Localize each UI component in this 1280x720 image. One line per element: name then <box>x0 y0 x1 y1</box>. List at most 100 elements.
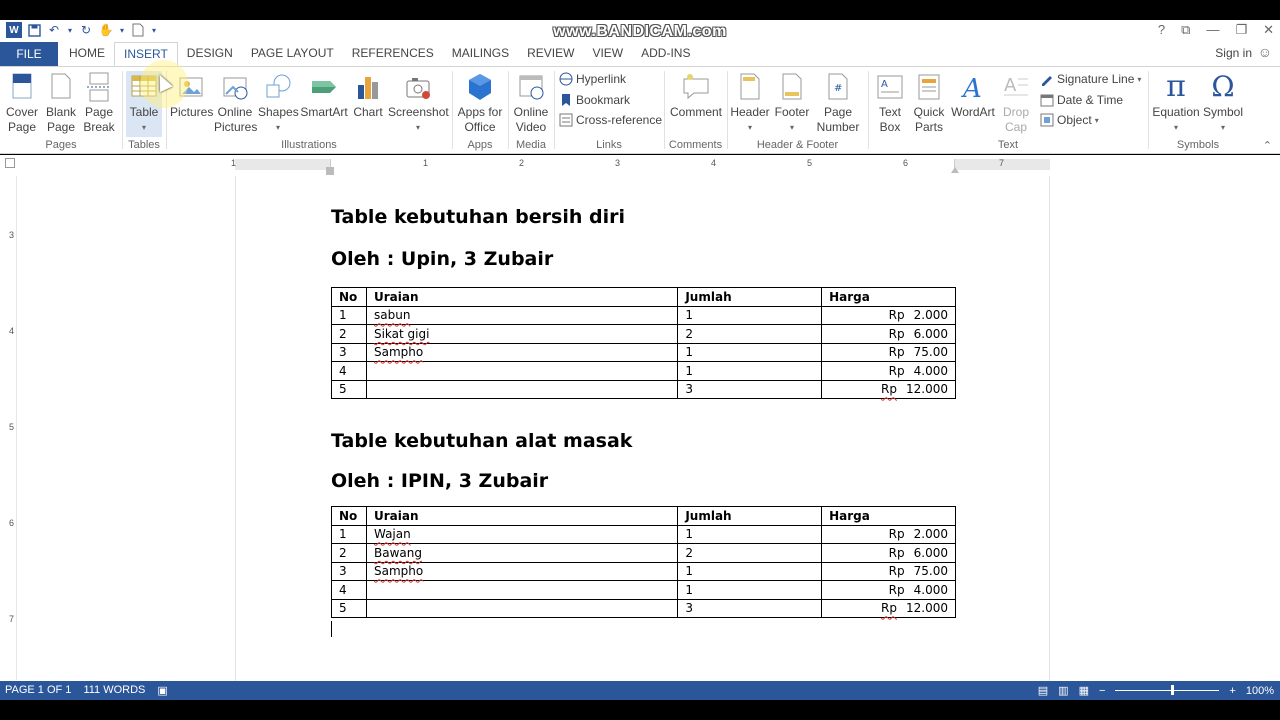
ribbon-display-options-icon[interactable]: ⧉ <box>1181 22 1190 38</box>
feedback-smiley-icon[interactable]: ☺ <box>1258 44 1272 60</box>
tab-home[interactable]: HOME <box>60 42 114 66</box>
close-icon[interactable]: ✕ <box>1263 22 1274 38</box>
web-layout-icon[interactable]: ▦ <box>1079 684 1089 697</box>
hyperlink-button[interactable]: Hyperlink <box>559 70 626 88</box>
table-row: 3 Sampho 1 Rp 75.00 <box>331 561 956 581</box>
zoom-out-icon[interactable]: − <box>1099 685 1105 697</box>
online-video-icon <box>515 71 547 103</box>
vertical-ruler[interactable]: 3 4 5 6 7 <box>3 176 17 680</box>
svg-text:#: # <box>834 83 842 94</box>
table-header-row: No Uraian Jumlah Harga <box>331 287 956 307</box>
table-row: 5 3 Rp 12.000 <box>331 598 956 618</box>
group-label-apps: Apps <box>467 139 493 151</box>
bookmark-button[interactable]: Bookmark <box>559 91 630 109</box>
zoom-slider[interactable] <box>1115 685 1220 695</box>
bandicam-watermark: www.BANDICAM.com <box>553 23 727 40</box>
signature-line-icon <box>1040 72 1054 86</box>
pi-icon: π <box>1166 69 1186 104</box>
print-layout-icon[interactable]: ▥ <box>1058 684 1068 697</box>
signature-line-button[interactable]: Signature Line ▾ <box>1040 70 1141 88</box>
collapse-ribbon-icon[interactable]: ⌃ <box>1263 139 1272 152</box>
tab-file[interactable]: FILE <box>0 42 58 66</box>
restore-icon[interactable]: ❐ <box>1235 22 1247 38</box>
symbol-button[interactable]: Ω Symbol ▾ <box>1202 71 1244 135</box>
table-alat-masak[interactable]: No Uraian Jumlah Harga 1 Wajan 1 Rp 2.000… <box>331 506 956 618</box>
footer-icon <box>776 71 808 103</box>
tab-references[interactable]: REFERENCES <box>343 42 443 66</box>
group-label-illustrations: Illustrations <box>281 139 337 151</box>
ribbon-insert: Cover Page Blank Page Page Break Pages T… <box>0 66 1280 154</box>
quick-parts-button[interactable]: Quick Parts <box>910 71 948 135</box>
tab-view[interactable]: VIEW <box>583 42 632 66</box>
tab-design[interactable]: DESIGN <box>178 42 242 66</box>
section1-title: Table kebutuhan bersih diri <box>331 206 625 228</box>
sign-in-link[interactable]: Sign in <box>1215 46 1252 60</box>
omega-icon: Ω <box>1211 70 1235 103</box>
word-count[interactable]: 111 WORDS <box>83 684 145 697</box>
tab-page-layout[interactable]: PAGE LAYOUT <box>242 42 343 66</box>
blank-page-button[interactable]: Blank Page <box>44 71 78 135</box>
group-label-links: Links <box>596 139 622 151</box>
table-row: 4 1 Rp 4.000 <box>331 580 956 600</box>
date-time-button[interactable]: Date & Time <box>1040 91 1123 109</box>
screenshot-button[interactable]: Screenshot ▾ <box>388 71 449 135</box>
tab-review[interactable]: REVIEW <box>518 42 583 66</box>
group-label-media: Media <box>516 139 546 151</box>
text-box-button[interactable]: A Text Box <box>872 71 908 135</box>
page-number-icon: # <box>822 71 854 103</box>
group-label-text: Text <box>997 139 1019 151</box>
page-break-button[interactable]: Page Break <box>82 71 116 135</box>
proofing-icon[interactable]: ▣ <box>157 684 167 697</box>
zoom-in-icon[interactable]: + <box>1229 685 1235 697</box>
table-row: 5 3 Rp 12.000 <box>331 379 956 399</box>
zoom-level[interactable]: 100% <box>1246 685 1274 697</box>
drop-cap-icon: A <box>1000 71 1032 103</box>
online-video-button[interactable]: Online Video <box>511 71 551 135</box>
table-row: 1 Wajan 1 Rp 2.000 <box>331 524 956 544</box>
table-row: 1 sabun 1 Rp 2.000 <box>331 305 956 325</box>
document-page[interactable]: Table kebutuhan bersih diri Oleh : Upin,… <box>235 176 1050 681</box>
page-number-button[interactable]: # Page Number <box>812 71 864 135</box>
equation-button[interactable]: π Equation ▾ <box>1152 71 1200 135</box>
window-controls: ? ⧉ — ❐ ✕ <box>1158 22 1274 38</box>
table-bersih-diri[interactable]: No Uraian Jumlah Harga 1 sabun 1 Rp 2.000… <box>331 287 956 399</box>
header-button[interactable]: Header ▾ <box>730 71 770 135</box>
wordart-button[interactable]: A WordArt <box>950 71 996 120</box>
online-pictures-icon <box>219 71 251 103</box>
group-label-pages: Pages <box>45 139 77 151</box>
horizontal-ruler[interactable]: 1 1 2 3 4 5 6 7 <box>0 155 1280 175</box>
blank-page-icon <box>45 71 77 103</box>
footer-button[interactable]: Footer ▾ <box>772 71 812 135</box>
tab-add-ins[interactable]: ADD-INS <box>632 42 699 66</box>
quick-parts-icon <box>913 71 945 103</box>
zoom-slider-knob[interactable] <box>1171 685 1175 695</box>
table-row: 4 1 Rp 4.000 <box>331 361 956 381</box>
object-button[interactable]: Object ▾ <box>1040 111 1099 129</box>
apps-for-office-button[interactable]: Apps for Office <box>455 71 505 135</box>
indent-marker[interactable] <box>326 167 334 175</box>
page-count[interactable]: PAGE 1 OF 1 <box>5 684 71 697</box>
comment-icon <box>680 71 712 103</box>
cross-reference-icon <box>559 113 573 127</box>
minimize-icon[interactable]: — <box>1206 22 1219 38</box>
online-pictures-button[interactable]: Online Pictures <box>214 71 257 135</box>
smartart-icon <box>308 71 340 103</box>
chart-icon <box>352 71 384 103</box>
smartart-button[interactable]: SmartArt <box>300 71 348 120</box>
section2-title: Table kebutuhan alat masak <box>331 430 633 452</box>
tab-selector-icon[interactable] <box>5 158 15 168</box>
shapes-icon <box>262 71 294 103</box>
help-icon[interactable]: ? <box>1158 22 1165 38</box>
group-label-tables: Tables <box>128 139 160 151</box>
cross-reference-button[interactable]: Cross-reference <box>559 111 662 129</box>
read-mode-icon[interactable]: ▤ <box>1038 684 1048 697</box>
shapes-button[interactable]: Shapes ▾ <box>258 71 299 135</box>
drop-cap-button[interactable]: A Drop Cap <box>998 71 1034 135</box>
cover-page-button[interactable]: Cover Page <box>4 71 40 135</box>
comment-button[interactable]: Comment <box>668 71 724 120</box>
tab-mailings[interactable]: MAILINGS <box>443 42 518 66</box>
chart-button[interactable]: Chart <box>350 71 386 120</box>
page-break-icon <box>83 71 115 103</box>
svg-text:A: A <box>961 74 982 103</box>
right-indent-marker[interactable] <box>951 167 959 173</box>
